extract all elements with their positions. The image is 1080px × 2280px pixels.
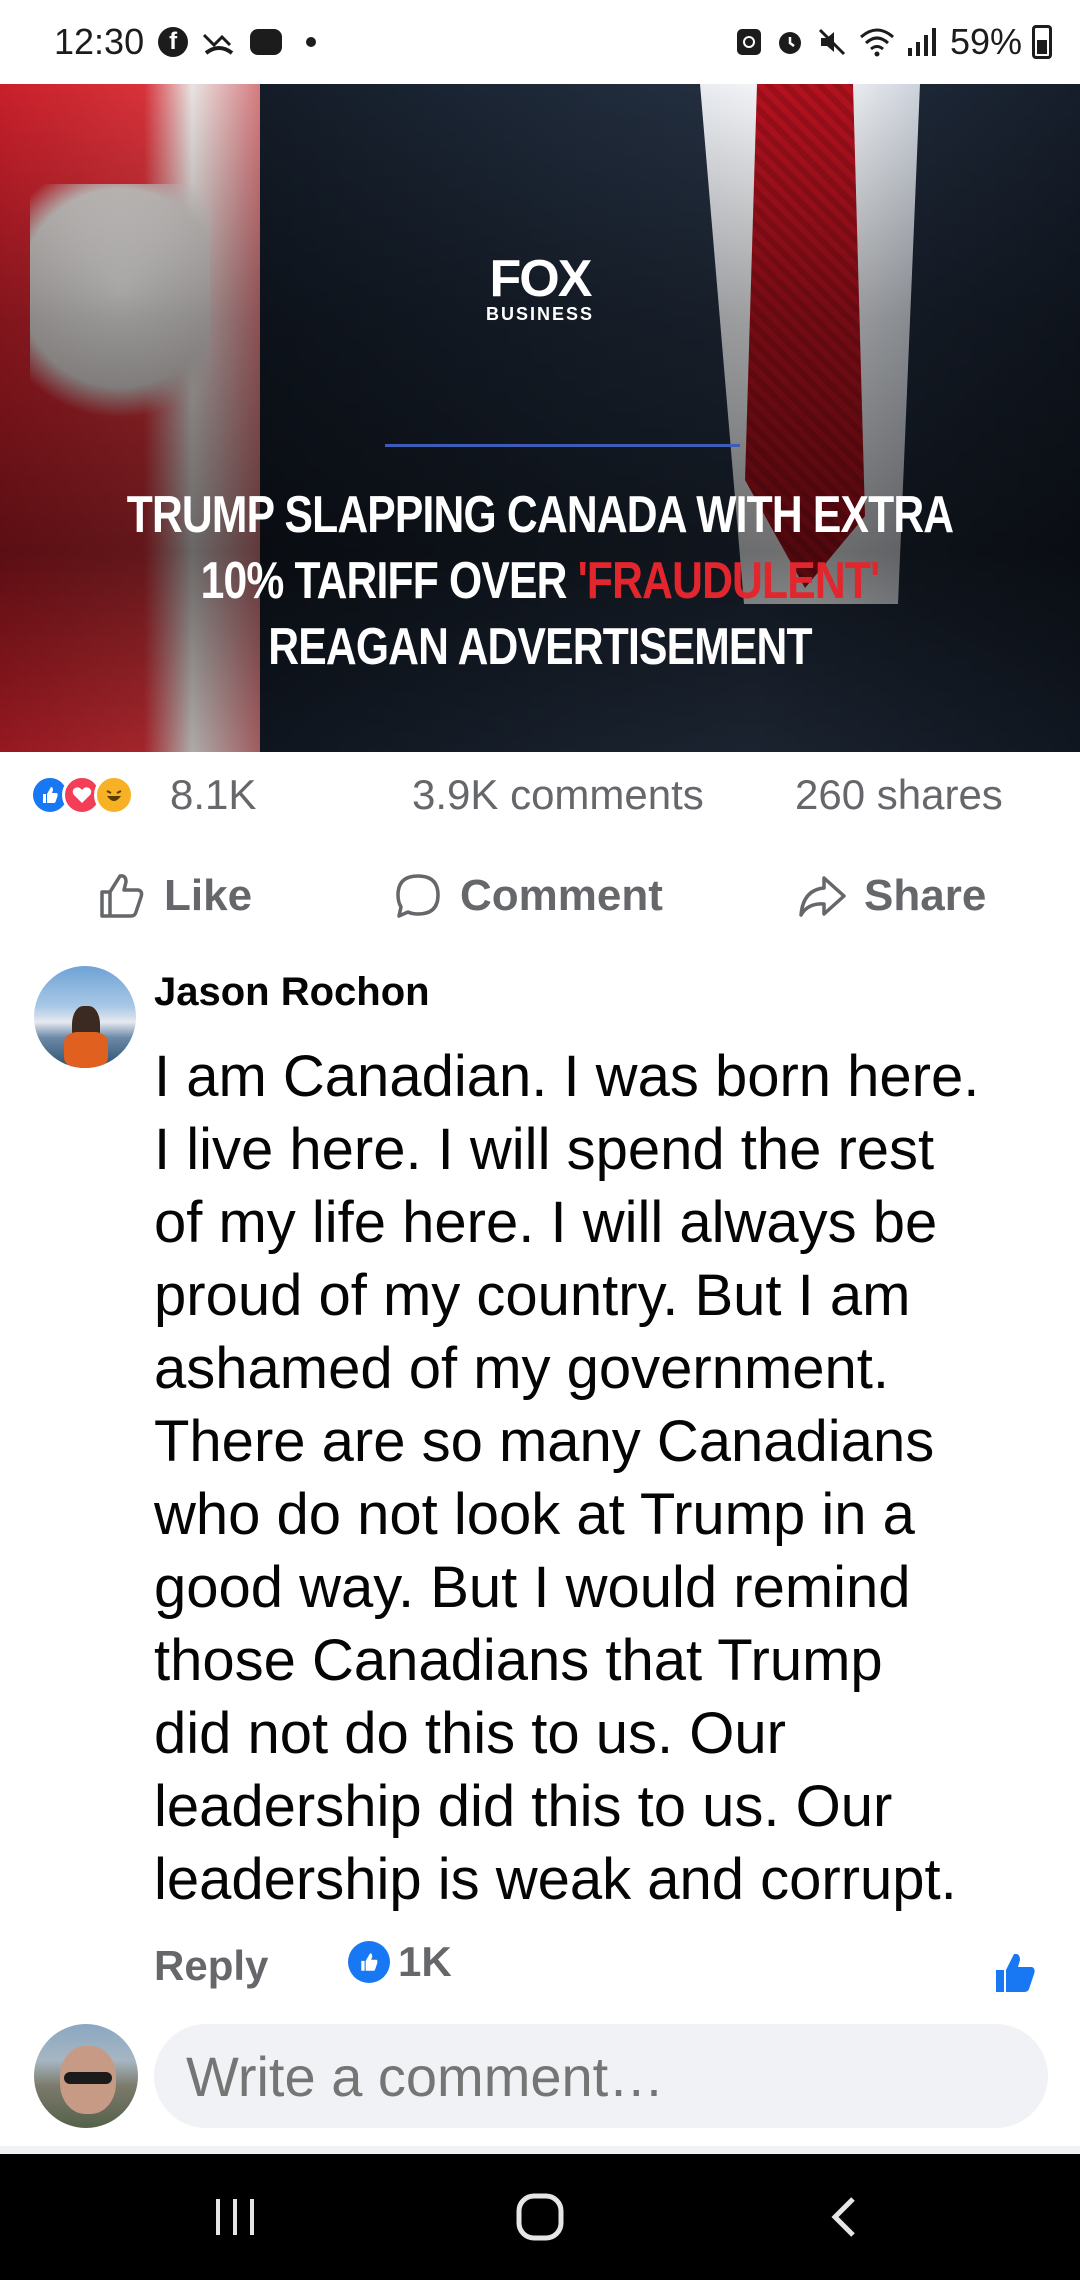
image-headline: TRUMP SLAPPING CANADA WITH EXTRA 10% TAR… <box>126 486 954 676</box>
comment-body: I am Canadian. I was born here. I live h… <box>154 1044 980 1912</box>
alarm-icon <box>774 22 806 62</box>
commenter-name[interactable]: Jason Rochon <box>154 964 430 1020</box>
recent-apps-button[interactable] <box>180 2154 290 2280</box>
thumbs-up-icon[interactable] <box>992 1950 1038 1996</box>
comment-button[interactable]: Comment <box>392 850 663 942</box>
reply-button[interactable]: Reply <box>154 1940 268 1992</box>
status-time: 12:30 <box>54 21 145 62</box>
missed-call-icon <box>202 22 236 62</box>
like-reaction-icon <box>348 1941 390 1983</box>
post-image[interactable]: FOX BUSINESS TRUMP SLAPPING CANADA WITH … <box>0 84 1080 752</box>
engagement-summary: 8.1K 3.9K comments 260 shares <box>0 752 1080 838</box>
reaction-icons[interactable] <box>30 774 134 816</box>
comment-like-count[interactable]: 1K <box>348 1938 452 1986</box>
write-comment-input[interactable] <box>154 2024 1048 2128</box>
share-button[interactable]: Share <box>796 850 986 942</box>
battery-icon <box>1032 25 1052 59</box>
wifi-icon <box>858 22 896 62</box>
facebook-icon: f <box>158 22 189 62</box>
back-chevron-icon <box>831 2197 855 2237</box>
battery-percent: 59% <box>949 21 1022 62</box>
mute-icon <box>816 22 848 62</box>
commenter-avatar[interactable] <box>34 966 136 1068</box>
comments-count-link[interactable]: 3.9K comments <box>412 772 704 818</box>
logo-underline <box>385 444 740 447</box>
reaction-count[interactable]: 8.1K <box>170 772 256 818</box>
shares-count-link[interactable]: 260 shares <box>795 772 1003 818</box>
like-button[interactable]: Like <box>96 850 252 942</box>
haha-reaction-icon <box>94 775 134 815</box>
post-actions: Like Comment Share <box>0 850 1080 942</box>
thumbs-up-outline-icon <box>100 874 144 918</box>
home-button[interactable] <box>480 2154 600 2280</box>
system-nav-bar <box>0 2154 1080 2280</box>
divider <box>0 2146 1080 2154</box>
share-arrow-icon <box>799 876 846 917</box>
signal-icon <box>906 22 940 62</box>
recycle-icon <box>734 22 764 62</box>
home-icon <box>516 2193 564 2241</box>
fox-business-logo: FOX BUSINESS <box>485 250 595 324</box>
comment-bubble-icon <box>396 874 440 918</box>
recent-apps-icon <box>216 2199 254 2235</box>
status-bar: 12:30 f 59% <box>0 0 1080 84</box>
user-avatar[interactable] <box>34 2024 138 2128</box>
back-button[interactable] <box>790 2154 900 2280</box>
message-icon <box>250 22 283 62</box>
notification-dot-icon <box>306 37 317 47</box>
